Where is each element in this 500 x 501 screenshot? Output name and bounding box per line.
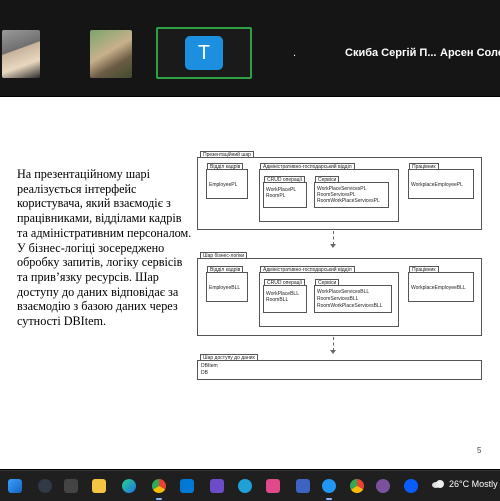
- participant-name-2[interactable]: Арсен Солом: [440, 47, 500, 59]
- bl-worker-box: WorkplaceEmployeeBLL: [408, 272, 474, 302]
- separator-dot: .: [293, 47, 297, 59]
- arrow-line-1: [333, 231, 334, 245]
- bl-crud-item-2: RoomBLL: [266, 297, 289, 303]
- edge-icon[interactable]: [122, 479, 136, 493]
- arrow-line-2: [333, 337, 334, 351]
- participant-avatar: T: [185, 36, 223, 70]
- pl-services-box: WorkPlaceServicesPL RoomServicesPL RoomW…: [314, 182, 389, 208]
- bl-service-2: RoomServicesBLL: [317, 296, 359, 302]
- pl-admin-box: CRUD операції WorkPlacePL RoomPL Сервіси…: [259, 169, 399, 222]
- data-layer-box: DBItem DB: [197, 360, 482, 380]
- chrome-icon[interactable]: [152, 479, 166, 493]
- pl-service-3: RoomWorkPlaceServicesPL: [317, 198, 380, 204]
- store-icon[interactable]: [180, 479, 194, 493]
- photos-icon[interactable]: [266, 479, 280, 493]
- bl-crud-box: WorkPlaceBLL RoomBLL: [263, 285, 307, 313]
- pl-crud-box: WorkPlacePL RoomPL: [263, 182, 307, 208]
- teams-icon[interactable]: [296, 479, 310, 493]
- pl-crud-item-2: RoomPL: [266, 193, 286, 199]
- task-view-icon[interactable]: [64, 479, 78, 493]
- taskbar: 26°C Mostly cl: [0, 470, 500, 501]
- chrome2-icon[interactable]: [350, 479, 364, 493]
- zoom-meeting-icon[interactable]: [404, 479, 418, 493]
- presentation-layer-box: Відділ кадрів EmployeePL Адміністративно…: [197, 157, 482, 230]
- zoom-icon[interactable]: [322, 479, 336, 493]
- meeting-participants-bar: T . Скиба Сергій П... Арсен Солом: [0, 0, 500, 96]
- pl-worker-box: WorkplaceEmployeePL: [408, 169, 474, 199]
- participant-video-1[interactable]: [2, 30, 40, 78]
- mail-icon[interactable]: [210, 479, 224, 493]
- bl-services-box: WorkPlaceServicesBLL RoomServicesBLL Roo…: [314, 285, 392, 313]
- bl-service-1: WorkPlaceServicesBLL: [317, 289, 370, 295]
- bl-hr-item: EmployeeBLL: [209, 285, 241, 291]
- pl-hr-box: EmployeePL: [206, 169, 248, 199]
- dl-item-2: DB: [201, 370, 208, 376]
- search-icon[interactable]: [38, 479, 52, 493]
- start-icon[interactable]: [8, 479, 22, 493]
- participant-video-active[interactable]: T: [156, 27, 252, 79]
- bl-worker-item: WorkplaceEmployeeBLL: [411, 285, 466, 291]
- participant-name-1[interactable]: Скиба Сергій П...: [345, 47, 437, 59]
- weather-icon[interactable]: [431, 479, 445, 489]
- arrow-head-1: [330, 244, 336, 248]
- shared-slide: На презентаційному шарі реалізується інт…: [0, 97, 500, 469]
- opera-icon[interactable]: [238, 479, 252, 493]
- explorer-icon[interactable]: [92, 479, 106, 493]
- arrow-head-2: [330, 350, 336, 354]
- pl-worker-item: WorkplaceEmployeePL: [411, 182, 463, 188]
- bl-service-3: RoomWorkPlaceServicesBLL: [317, 303, 383, 309]
- participant-video-2[interactable]: [90, 30, 132, 78]
- pl-hr-item: EmployeePL: [209, 182, 238, 188]
- business-layer-box: Відділ кадрів EmployeeBLL Адміністративн…: [197, 258, 482, 336]
- slide-body-text: На презентаційному шарі реалізується інт…: [17, 167, 192, 329]
- dl-item-1: DBItem: [201, 363, 218, 369]
- bl-admin-box: CRUD операції WorkPlaceBLL RoomBLL Серві…: [259, 272, 399, 327]
- bl-hr-box: EmployeeBLL: [206, 272, 248, 302]
- weather-text[interactable]: 26°C Mostly cl: [449, 479, 500, 489]
- slide-page-number: 5: [477, 446, 482, 455]
- viber-icon[interactable]: [376, 479, 390, 493]
